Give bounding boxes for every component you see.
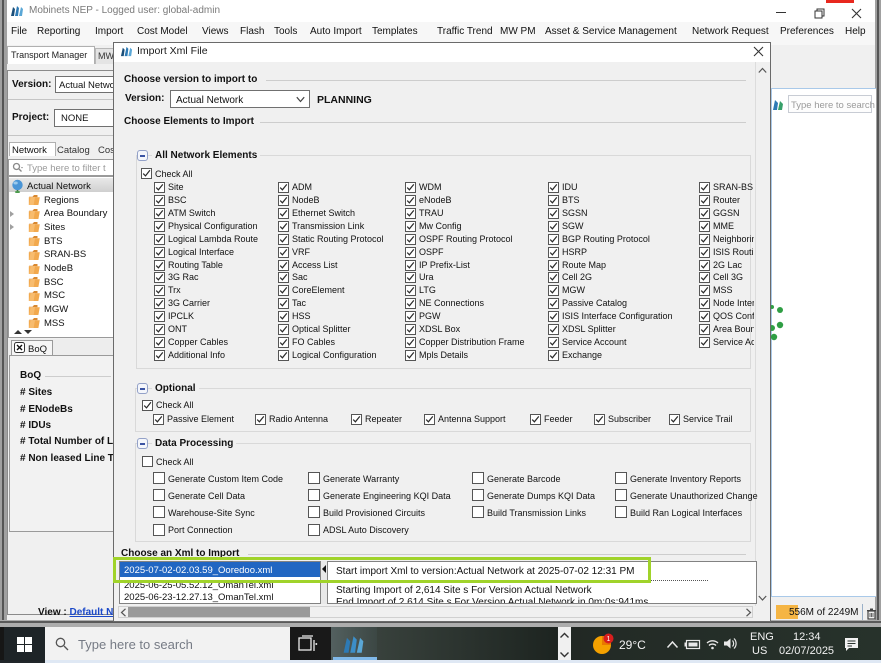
svg-text:1: 1 xyxy=(607,636,611,643)
